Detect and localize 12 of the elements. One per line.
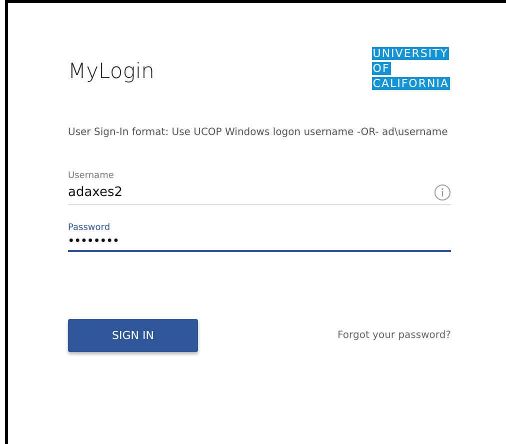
logo-text: OF [372, 62, 391, 75]
info-icon[interactable] [434, 184, 451, 201]
username-field[interactable]: adaxes2 [68, 181, 451, 205]
sign-in-hint: User Sign-In format: Use UCOP Windows logon username -OR- ad\username [68, 126, 449, 140]
forgot-password-link[interactable]: Forgot your password? [338, 330, 451, 341]
field-label: Password [68, 223, 110, 233]
page-title: MyLogin [68, 58, 154, 82]
sign-in-button[interactable]: SIGN IN [68, 319, 198, 352]
field-label: Username [68, 171, 114, 181]
password-field[interactable]: •••••••• [68, 233, 451, 252]
logo-text: UNIVERSITY [372, 47, 450, 60]
logo-text: CALIFORNIA [372, 77, 450, 90]
